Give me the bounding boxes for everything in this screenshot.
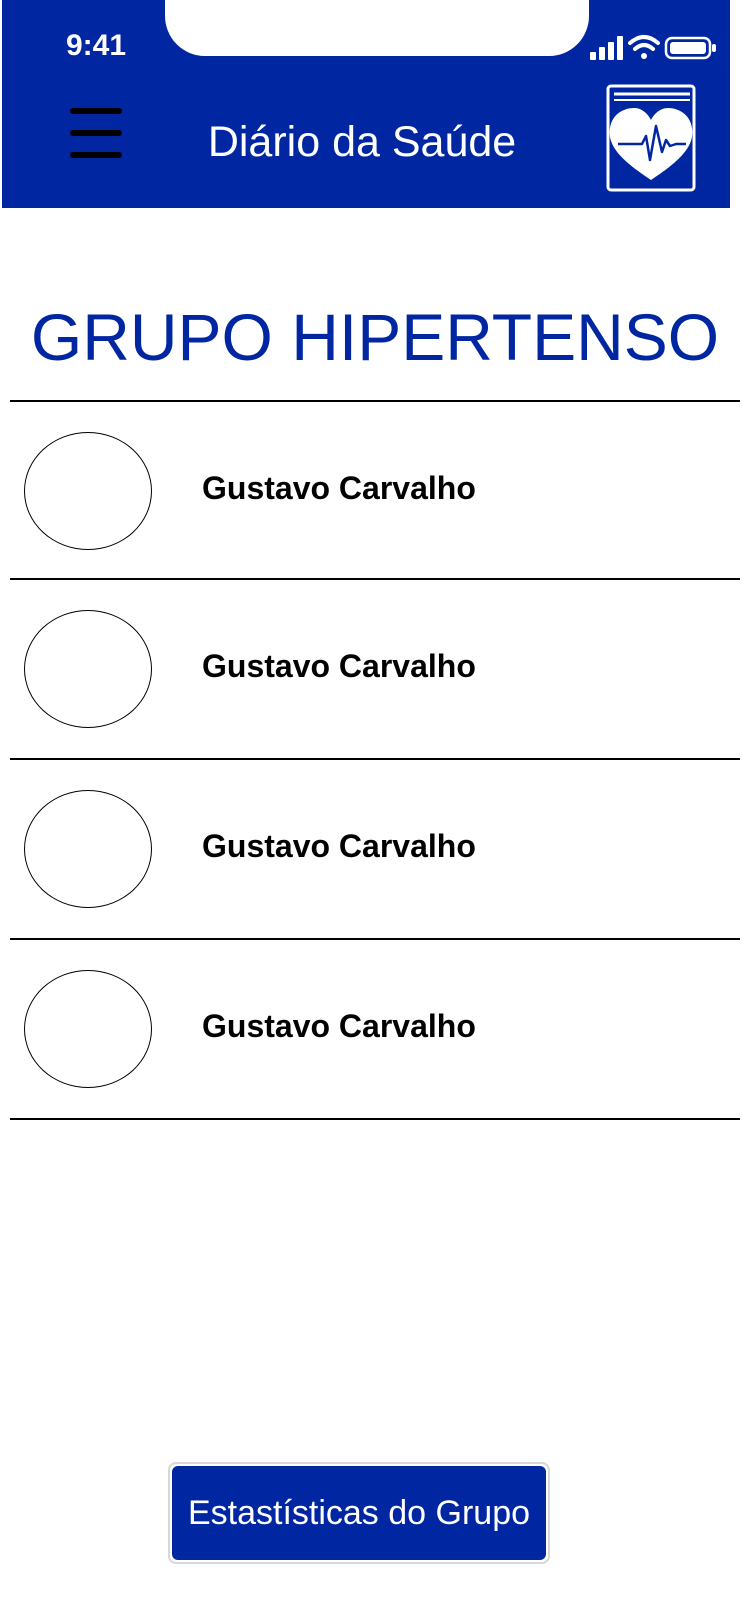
group-stats-label: Estastísticas do Grupo bbox=[172, 1466, 546, 1560]
member-row[interactable]: Gustavo Carvalho bbox=[10, 402, 740, 578]
avatar bbox=[24, 970, 152, 1088]
member-name: Gustavo Carvalho bbox=[202, 828, 476, 864]
wifi-icon bbox=[628, 35, 660, 59]
member-row[interactable]: Gustavo Carvalho bbox=[10, 580, 740, 756]
member-name: Gustavo Carvalho bbox=[202, 470, 476, 506]
member-row[interactable]: Gustavo Carvalho bbox=[10, 940, 740, 1116]
device-notch bbox=[165, 0, 589, 56]
avatar bbox=[24, 790, 152, 908]
menu-line bbox=[70, 130, 122, 136]
member-row[interactable]: Gustavo Carvalho bbox=[10, 760, 740, 936]
battery-icon bbox=[664, 36, 716, 60]
group-stats-button[interactable]: Estastísticas do Grupo bbox=[168, 1462, 550, 1564]
avatar bbox=[24, 432, 152, 550]
heart-book-logo-icon bbox=[606, 84, 696, 192]
signal-icon bbox=[590, 36, 623, 60]
app-header: 9:41 Diário da Saúde bbox=[2, 0, 730, 208]
status-time: 9:41 bbox=[66, 29, 127, 62]
app-title: Diário da Saúde bbox=[207, 118, 517, 166]
hamburger-menu-icon[interactable] bbox=[66, 104, 126, 164]
page-title: GRUPO HIPERTENSO bbox=[30, 300, 720, 374]
divider bbox=[10, 1118, 740, 1120]
status-icons bbox=[590, 32, 720, 64]
menu-line bbox=[70, 152, 122, 158]
avatar bbox=[24, 610, 152, 728]
menu-line bbox=[70, 108, 122, 114]
member-name: Gustavo Carvalho bbox=[202, 648, 476, 684]
member-name: Gustavo Carvalho bbox=[202, 1008, 476, 1044]
